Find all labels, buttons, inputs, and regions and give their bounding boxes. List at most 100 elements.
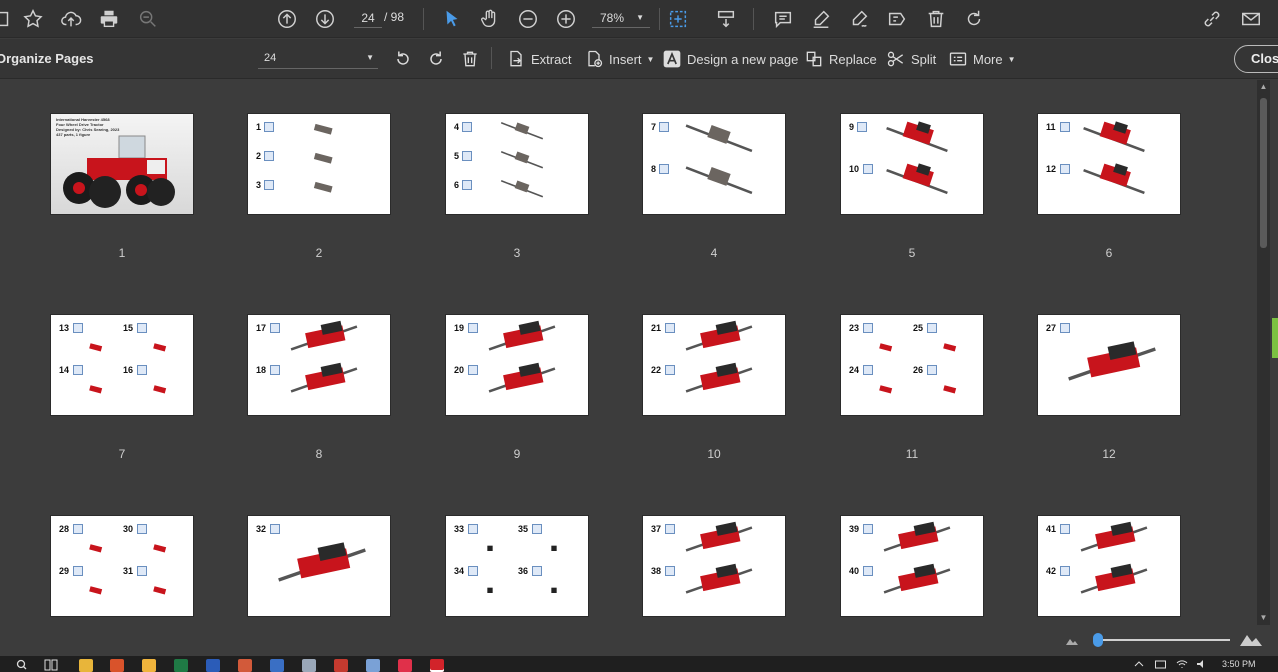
step-number: 1: [256, 122, 262, 132]
share-link-icon[interactable]: [1200, 7, 1224, 31]
chevron-up-icon[interactable]: [1134, 661, 1144, 667]
rotate-icon[interactable]: [962, 7, 986, 31]
page-range-select[interactable]: 24 ▼: [258, 49, 378, 69]
insert-page-icon: [588, 50, 603, 68]
battery-icon[interactable]: [1155, 660, 1167, 669]
page-thumbnail[interactable]: International Harvester 4568 Four Wheel D…: [51, 114, 193, 214]
scroll-up-icon[interactable]: ▲: [1259, 82, 1268, 91]
step-number: 37: [651, 524, 662, 534]
parts-callout: [863, 566, 873, 576]
highlight-icon[interactable]: [809, 7, 833, 31]
cloud-upload-icon[interactable]: [59, 7, 83, 31]
taskbar-clock[interactable]: 3:50 PM: [1222, 659, 1256, 669]
scissors-icon: [887, 51, 904, 67]
page-thumbnail[interactable]: 19 20: [446, 315, 588, 415]
side-panel-tab[interactable]: [1272, 318, 1278, 358]
zoom-out-icon[interactable]: [516, 7, 540, 31]
step-number: 16: [123, 365, 134, 375]
previous-page-icon[interactable]: [275, 7, 299, 31]
parts-callout: [468, 365, 478, 375]
split-button[interactable]: Split: [886, 48, 936, 70]
page-thumbnail[interactable]: 39 40: [841, 516, 983, 616]
vertical-scrollbar[interactable]: ▲ ▼: [1257, 80, 1270, 625]
select-tool-icon[interactable]: [440, 7, 464, 31]
small-thumbnails-icon[interactable]: [1066, 637, 1078, 645]
excel-icon[interactable]: [174, 659, 188, 672]
edit-text-icon[interactable]: [885, 7, 909, 31]
rotate-left-button[interactable]: [393, 48, 413, 70]
parts-callout: [927, 365, 937, 375]
parts-callout: [1060, 122, 1070, 132]
page-thumbnail[interactable]: 33 35 34 36: [446, 516, 588, 616]
design-new-page-label: Design a new page: [687, 51, 799, 67]
page-thumbnail[interactable]: 17 18: [248, 315, 390, 415]
star-icon[interactable]: [21, 7, 45, 31]
scroll-mode-icon[interactable]: [714, 7, 738, 31]
next-page-icon[interactable]: [313, 7, 337, 31]
acrobat-icon[interactable]: [398, 659, 412, 672]
wifi-icon[interactable]: [1176, 659, 1188, 669]
delete-icon[interactable]: [924, 7, 948, 31]
step-number: 26: [913, 365, 924, 375]
find-icon[interactable]: [136, 7, 160, 31]
page-thumbnail[interactable]: 41 42: [1038, 516, 1180, 616]
page-range-value: 24: [264, 52, 277, 64]
assembly-illustration: [534, 538, 574, 565]
page-thumbnail[interactable]: 28 30 29 31: [51, 516, 193, 616]
parts-callout: [1060, 164, 1070, 174]
zoom-select[interactable]: 78% ▼: [592, 8, 650, 28]
calculator-icon[interactable]: [366, 659, 380, 672]
word-icon[interactable]: [206, 659, 220, 672]
more-button[interactable]: More ▼: [948, 48, 1016, 70]
brave-browser-icon[interactable]: [110, 659, 124, 672]
volume-icon[interactable]: [1196, 659, 1208, 669]
zoom-in-icon[interactable]: [554, 7, 578, 31]
slider-handle[interactable]: [1093, 633, 1103, 647]
extract-button[interactable]: Extract: [506, 48, 571, 70]
page-thumbnail[interactable]: 1 2 3: [248, 114, 390, 214]
insert-button[interactable]: Insert ▼: [584, 48, 654, 70]
page-thumbnail[interactable]: 21 22: [643, 315, 785, 415]
assembly-illustration: [681, 118, 757, 161]
signature-icon[interactable]: [847, 7, 871, 31]
assembly-illustration: [1076, 520, 1152, 563]
large-thumbnails-icon[interactable]: [1240, 632, 1262, 646]
page-thumbnail[interactable]: 27: [1038, 315, 1180, 415]
page-thumbnail[interactable]: 23 25 24 26: [841, 315, 983, 415]
parts-callout: [137, 365, 147, 375]
app-icon[interactable]: [142, 659, 156, 672]
app-icon[interactable]: [334, 659, 348, 672]
thumbnail-size-slider[interactable]: [1096, 639, 1230, 641]
search-icon[interactable]: [16, 659, 27, 670]
acrobat-active-icon[interactable]: [430, 659, 444, 672]
page-thumbnail[interactable]: 32: [248, 516, 390, 616]
replace-button[interactable]: Replace: [804, 48, 877, 70]
app-icon[interactable]: [270, 659, 284, 672]
comment-icon[interactable]: [771, 7, 795, 31]
delete-page-button[interactable]: [460, 48, 480, 70]
close-button[interactable]: Close: [1234, 45, 1278, 73]
page-thumbnail[interactable]: 11 12: [1038, 114, 1180, 214]
assembly-illustration: [139, 580, 179, 607]
page-thumbnail[interactable]: 9 10: [841, 114, 983, 214]
page-thumbnail[interactable]: 13 15 14 16: [51, 315, 193, 415]
file-explorer-icon[interactable]: [79, 659, 93, 672]
page-thumbnail[interactable]: 78: [643, 114, 785, 214]
scroll-down-icon[interactable]: ▼: [1259, 613, 1268, 622]
powerpoint-icon[interactable]: [238, 659, 252, 672]
hand-tool-icon[interactable]: [478, 7, 502, 31]
page-thumbnail[interactable]: 37 38: [643, 516, 785, 616]
task-view-icon[interactable]: [44, 659, 58, 671]
home-icon[interactable]: [0, 7, 14, 31]
email-icon[interactable]: [1239, 7, 1263, 31]
page-number-input[interactable]: 24: [354, 8, 382, 28]
rotate-right-button[interactable]: [426, 48, 446, 70]
app-icon[interactable]: [302, 659, 316, 672]
page-thumbnail[interactable]: 4 5 6: [446, 114, 588, 214]
print-icon[interactable]: [97, 7, 121, 31]
step-number: 24: [849, 365, 860, 375]
fit-page-icon[interactable]: [666, 7, 690, 31]
parts-callout: [462, 180, 472, 190]
design-new-page-button[interactable]: Design a new page: [662, 48, 798, 70]
scrollbar-thumb[interactable]: [1260, 98, 1267, 248]
